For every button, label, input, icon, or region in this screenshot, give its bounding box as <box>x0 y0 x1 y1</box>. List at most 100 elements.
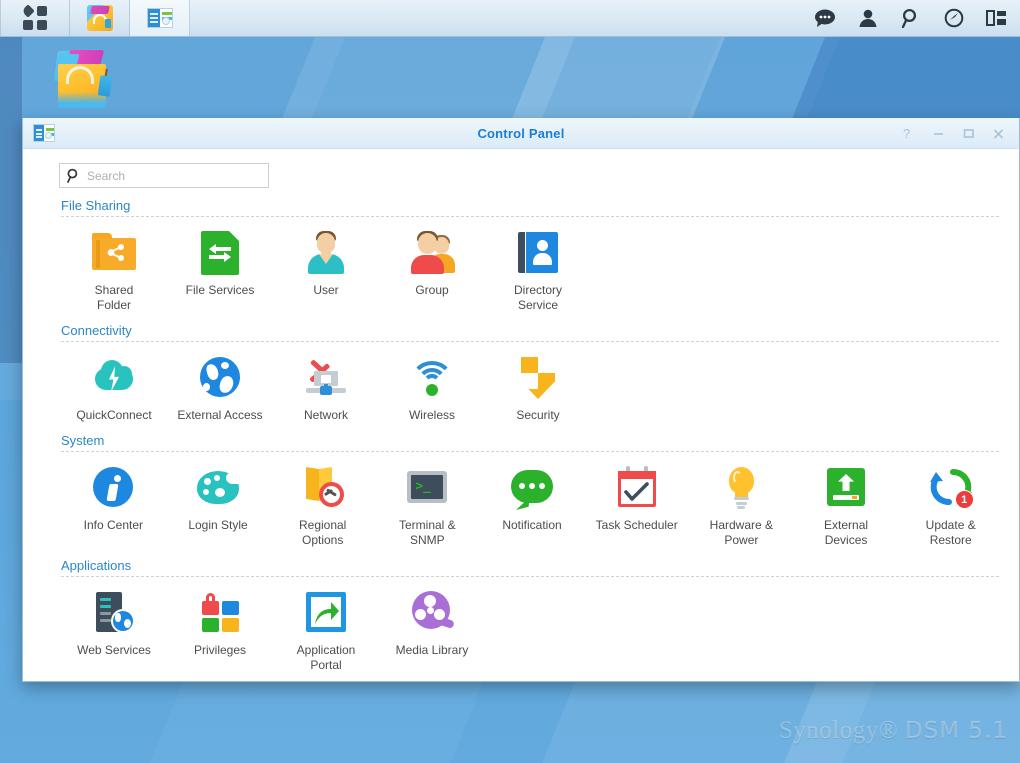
taskbar <box>0 0 1020 37</box>
page-title: Control Panel <box>477 125 565 141</box>
minimize-button[interactable] <box>923 120 953 146</box>
cp-item-label: Update & Restore <box>925 518 976 547</box>
cp-item-info-center[interactable]: Info Center <box>61 460 166 548</box>
search-field[interactable] <box>59 163 269 188</box>
control-panel-icon <box>146 8 173 28</box>
maximize-button[interactable] <box>953 120 983 146</box>
lightbulb-icon <box>716 462 766 512</box>
search-button[interactable] <box>889 0 932 37</box>
cp-item-label: Security <box>516 408 560 422</box>
external-devices-icon <box>821 462 871 512</box>
user-icon <box>301 227 351 277</box>
pilot-view-button[interactable] <box>932 0 975 37</box>
cp-item-regional-options[interactable]: Regional Options <box>270 460 375 548</box>
taskbar-app-control-panel[interactable] <box>130 0 190 36</box>
window-buttons: ? <box>893 120 1019 146</box>
cp-item-label: Hardware & Power <box>709 518 774 547</box>
cp-item-terminal-snmp[interactable]: >_ Terminal & SNMP <box>375 460 480 548</box>
cp-item-label: External Access <box>177 408 263 422</box>
cp-item-user[interactable]: User <box>273 225 379 313</box>
cp-item-external-access[interactable]: External Access <box>167 350 273 423</box>
cp-item-privileges[interactable]: Privileges <box>167 585 273 673</box>
cp-item-label: Task Scheduler <box>595 518 678 532</box>
icon-row: Shared Folder File Services User Group D… <box>39 225 1003 319</box>
package-center-icon <box>86 5 113 31</box>
control-panel-icon <box>33 124 55 142</box>
cp-item-shared-folder[interactable]: Shared Folder <box>61 225 167 313</box>
cp-item-label: Notification <box>502 518 562 532</box>
update-restore-icon: 1 <box>926 462 976 512</box>
info-circle-icon <box>88 462 138 512</box>
main-menu-button[interactable] <box>0 0 70 36</box>
widgets-button[interactable] <box>975 0 1018 37</box>
close-button[interactable] <box>983 120 1013 146</box>
control-panel-window: Control Panel ? File Shar <box>22 118 1020 682</box>
desktop-shortcut-package-center[interactable] <box>52 48 118 114</box>
cp-item-application-portal[interactable]: Application Portal <box>273 585 379 673</box>
cp-item-label: File Services <box>185 283 255 297</box>
cp-item-label: Web Services <box>77 643 151 657</box>
cp-item-update-restore[interactable]: 1 Update & Restore <box>898 460 1003 548</box>
cp-item-label: Terminal & SNMP <box>399 518 456 547</box>
update-badge: 1 <box>954 490 974 509</box>
pilot-view-icon <box>944 8 963 28</box>
terminal-icon: >_ <box>402 462 452 512</box>
help-button[interactable]: ? <box>893 120 923 146</box>
section-title: System <box>61 433 105 448</box>
calendar-check-icon <box>612 462 662 512</box>
application-portal-icon <box>301 587 351 637</box>
main-menu-icon <box>21 4 47 30</box>
window-titlebar[interactable]: Control Panel ? <box>23 118 1019 149</box>
cp-item-label: User <box>313 283 339 297</box>
quickconnect-cloud-icon <box>89 352 139 402</box>
cp-item-label: Wireless <box>408 408 455 422</box>
cp-item-security[interactable]: Security <box>485 350 591 423</box>
cp-item-notification[interactable]: Notification <box>480 460 585 548</box>
cp-item-label: Shared Folder <box>94 283 134 312</box>
cp-item-external-devices[interactable]: External Devices <box>794 460 899 548</box>
cp-item-wireless[interactable]: Wireless <box>379 350 485 423</box>
section-divider <box>61 451 999 452</box>
cp-item-label: Group <box>415 283 449 297</box>
speech-bubble-icon <box>814 9 835 27</box>
section-title: File Sharing <box>61 198 131 213</box>
notifications-button[interactable] <box>803 0 846 37</box>
cp-item-group[interactable]: Group <box>379 225 485 313</box>
taskbar-tray <box>803 0 1020 36</box>
network-house-icon <box>301 352 351 402</box>
palette-icon <box>193 462 243 512</box>
search-icon <box>67 168 78 183</box>
icon-row: QuickConnect External Access Network Wir… <box>39 350 1003 429</box>
globe-icon <box>195 352 245 402</box>
window-icon <box>33 124 55 142</box>
taskbar-spacer <box>190 0 803 36</box>
window-body: File Sharing SharedFolder <box>23 149 1019 681</box>
svg-text:?: ? <box>903 127 910 140</box>
cp-item-file-services[interactable]: File Services <box>167 225 273 313</box>
taskbar-app-package-center[interactable] <box>70 0 130 36</box>
cp-item-hardware-power[interactable]: Hardware & Power <box>689 460 794 548</box>
search-input[interactable] <box>81 164 268 187</box>
cp-item-label: Login Style <box>188 518 248 532</box>
cp-item-label: Info Center <box>83 518 144 532</box>
shared-folder-icon <box>89 227 139 277</box>
user-options-button[interactable] <box>846 0 889 37</box>
cp-item-media-library[interactable]: Media Library <box>379 585 485 673</box>
cp-item-network[interactable]: Network <box>273 350 379 423</box>
section-divider <box>61 216 999 217</box>
icon-row: Web Services Privileges Application Port… <box>39 585 1003 673</box>
watermark-product: DSM 5.1 <box>904 718 1008 744</box>
section-title: Connectivity <box>61 323 132 338</box>
section-divider <box>61 341 999 342</box>
cp-item-task-scheduler[interactable]: Task Scheduler <box>584 460 689 548</box>
cp-item-quickconnect[interactable]: QuickConnect <box>61 350 167 423</box>
icon-row: Info Center Login Style RegionalOptions <box>39 460 1003 554</box>
cp-item-login-style[interactable]: Login Style <box>166 460 271 548</box>
file-services-icon <box>195 227 245 277</box>
cp-item-label: Application Portal <box>296 643 356 672</box>
film-reel-icon <box>407 587 457 637</box>
section-divider <box>61 576 999 577</box>
cp-item-web-services[interactable]: Web Services <box>61 585 167 673</box>
section-file-sharing: File Sharing Shared Folder File Services… <box>39 198 1003 319</box>
cp-item-directory-service[interactable]: Directory Service <box>485 225 591 313</box>
